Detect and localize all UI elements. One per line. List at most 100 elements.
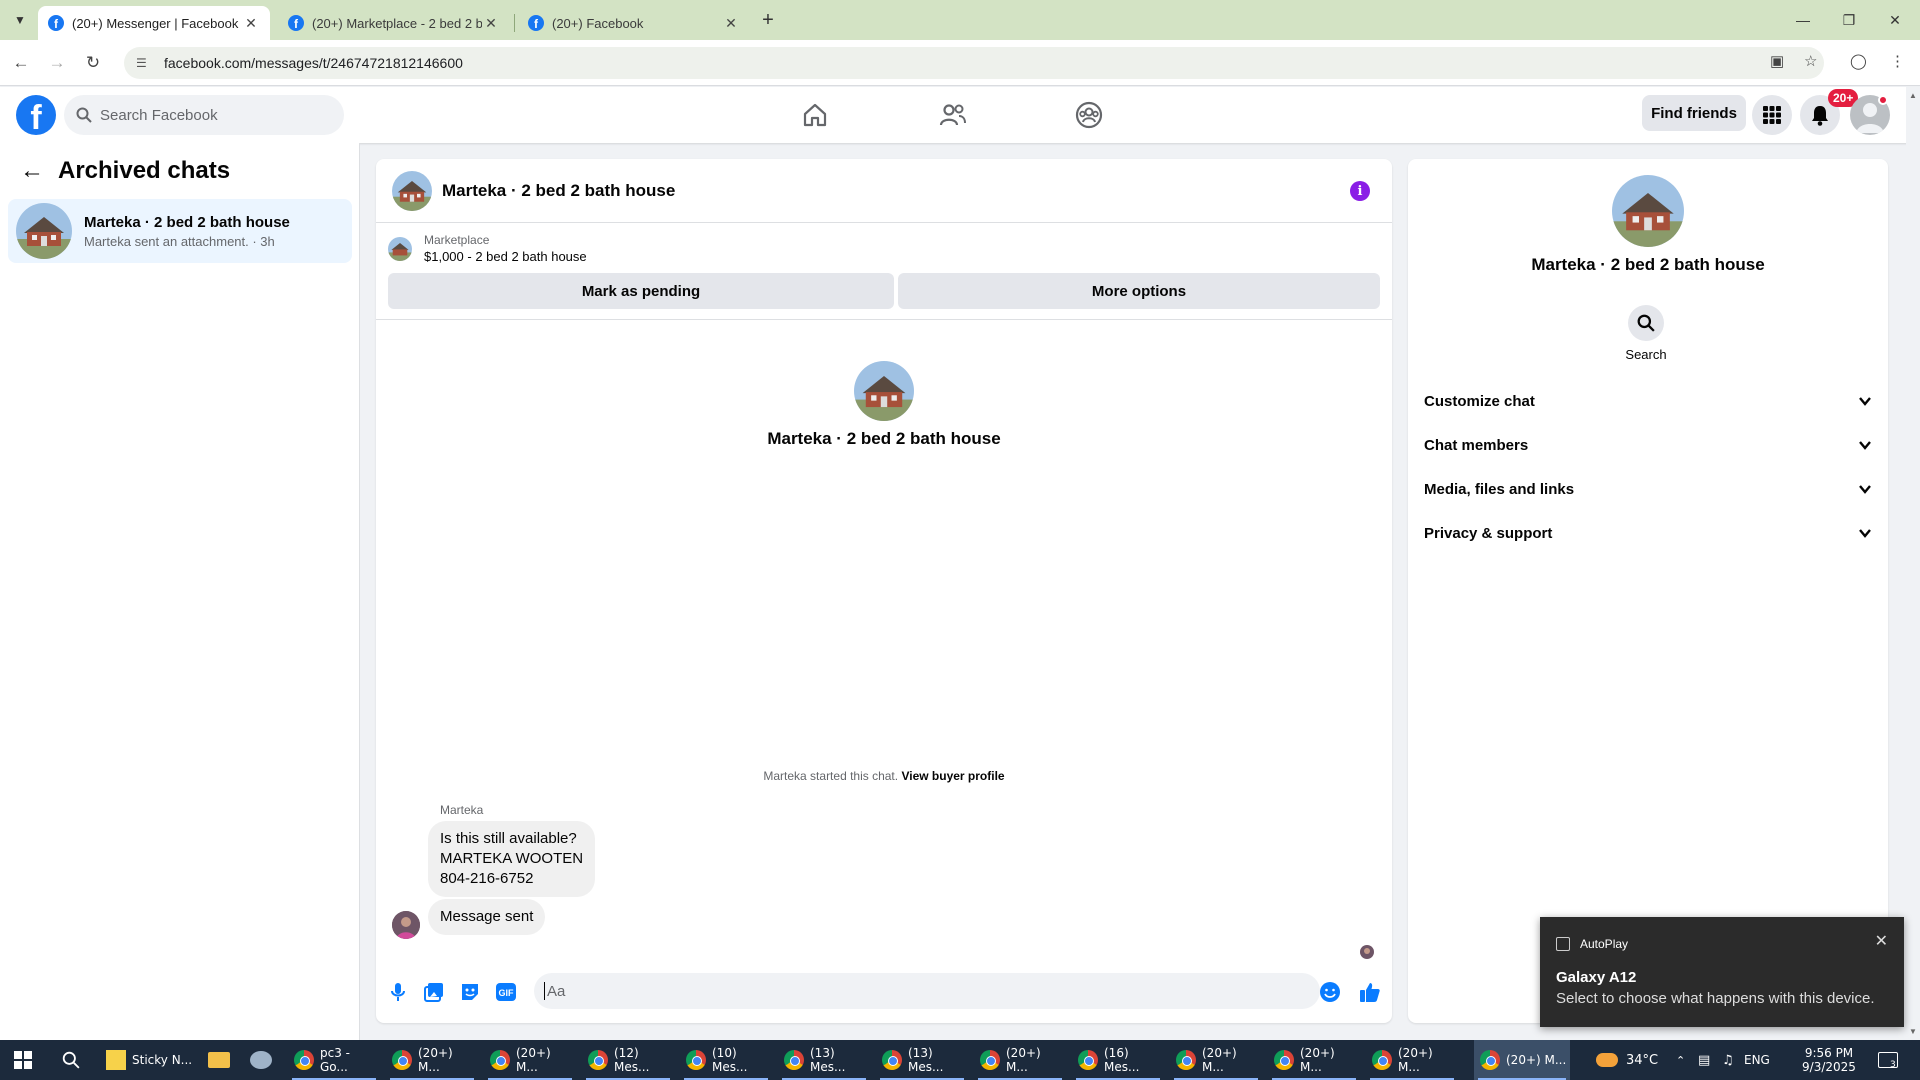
taskbar-chrome-window[interactable]: (20+) M... <box>1268 1040 1360 1080</box>
new-tab-plus-icon[interactable]: + <box>756 6 780 34</box>
volume-icon[interactable]: ♫ <box>1722 1040 1734 1080</box>
page-scrollbar[interactable]: ▲ ▼ <box>1906 87 1920 1040</box>
microphone-icon[interactable] <box>386 980 410 1004</box>
back-arrow-icon[interactable]: ← <box>20 157 44 185</box>
windows-taskbar: Sticky N... pc3 - Go... (20+) M... (20+)… <box>0 1040 1920 1080</box>
more-options-button[interactable]: More options <box>898 273 1380 309</box>
thumbs-up-icon[interactable] <box>1358 980 1382 1004</box>
gif-icon[interactable]: GIF <box>494 980 518 1004</box>
clock[interactable]: 9:56 PM 9/3/2025 <box>1790 1040 1868 1080</box>
groups-icon[interactable] <box>1073 99 1105 131</box>
network-icon[interactable]: ▤ <box>1698 1040 1710 1080</box>
taskbar-chrome-window[interactable]: (20+) M... <box>386 1040 478 1080</box>
facebook-logo-icon[interactable]: f <box>16 95 56 135</box>
tab-close-icon[interactable]: ✕ <box>722 15 740 32</box>
privacy-support-section[interactable]: Privacy & support <box>1424 511 1872 555</box>
install-app-icon[interactable]: ▣ <box>1770 52 1784 70</box>
back-arrow-icon[interactable]: ← <box>8 50 34 76</box>
view-buyer-profile-link[interactable]: View buyer profile <box>901 769 1004 783</box>
taskbar-chrome-window[interactable]: (20+) M... <box>974 1040 1066 1080</box>
windows-start-icon[interactable] <box>8 1040 40 1080</box>
notification-center-icon <box>1878 1052 1898 1068</box>
conversation-title[interactable]: Marteka · 2 bed 2 bath house <box>442 181 675 201</box>
tab-close-icon[interactable]: ✕ <box>242 15 260 32</box>
taskbar-chrome-window[interactable]: (16) Mes... <box>1072 1040 1164 1080</box>
browser-tab-marketplace[interactable]: f (20+) Marketplace - 2 bed 2 ba ✕ <box>278 6 510 40</box>
attach-photo-icon[interactable] <box>422 980 446 1004</box>
reload-icon[interactable]: ↻ <box>80 50 106 76</box>
taskbar-chrome-window[interactable]: (13) Mes... <box>778 1040 870 1080</box>
emoji-icon[interactable] <box>1318 980 1342 1004</box>
message-bubble[interactable]: Is this still available? MARTEKA WOOTEN … <box>428 821 596 897</box>
profile-icon[interactable]: ◯ <box>1850 52 1867 70</box>
search-in-conversation-button[interactable]: Search <box>1625 305 1667 362</box>
facebook-favicon-icon: f <box>48 15 64 31</box>
taskbar-chrome-window[interactable]: (13) Mes... <box>876 1040 968 1080</box>
sender-avatar[interactable] <box>392 911 420 939</box>
taskbar-chrome-window[interactable]: (12) Mes... <box>582 1040 674 1080</box>
sidebar-header: ← Archived chats <box>20 157 230 185</box>
info-avatar[interactable] <box>1612 175 1684 247</box>
facebook-top-nav: f Search Facebook Find friends 20+ <box>0 87 1920 143</box>
minimize-icon[interactable]: — <box>1780 6 1826 34</box>
chat-item-preview: Marteka sent an attachment. · 3h <box>84 233 275 249</box>
weather-icon <box>1596 1053 1618 1067</box>
message-line: Message sent <box>440 908 534 925</box>
browser-tab-messenger[interactable]: f (20+) Messenger | Facebook ✕ <box>38 6 270 40</box>
language-indicator[interactable]: ENG <box>1744 1040 1770 1080</box>
tray-overflow-icon[interactable]: ⌃ <box>1676 1040 1685 1080</box>
chevron-down-icon <box>1859 485 1871 494</box>
forward-arrow-icon[interactable]: → <box>44 50 70 76</box>
find-friends-button[interactable]: Find friends <box>1642 95 1746 131</box>
taskbar-chrome-window-active[interactable]: (20+) M... <box>1474 1040 1570 1080</box>
chrome-icon <box>1480 1050 1500 1070</box>
taskbar-file-explorer[interactable] <box>202 1040 236 1080</box>
taskbar-chrome-window[interactable]: (10) Mes... <box>680 1040 772 1080</box>
address-bar[interactable]: ☰ facebook.com/messages/t/24674721812146… <box>124 47 1824 79</box>
window-close-icon[interactable]: ✕ <box>1872 6 1918 34</box>
autoplay-notification[interactable]: AutoPlay ✕ Galaxy A12 Select to choose w… <box>1540 917 1904 1027</box>
url-text: facebook.com/messages/t/2467472181214660… <box>164 55 463 71</box>
menu-grid-icon[interactable] <box>1752 95 1792 135</box>
search-icon <box>76 107 92 123</box>
bookmark-star-icon[interactable]: ☆ <box>1804 52 1817 70</box>
tab-close-icon[interactable]: ✕ <box>482 15 500 32</box>
tab-list-chevron-icon[interactable]: ▼ <box>8 8 32 32</box>
taskbar-chrome-window[interactable]: pc3 - Go... <box>288 1040 380 1080</box>
browser-tab-facebook[interactable]: f (20+) Facebook ✕ <box>518 6 750 40</box>
marketplace-listing-banner[interactable]: Marketplace $1,000 - 2 bed 2 bath house <box>388 233 587 264</box>
chevron-down-icon <box>1859 529 1871 538</box>
scroll-down-arrow-icon[interactable]: ▼ <box>1909 1027 1917 1036</box>
taskbar-sticky-notes[interactable]: Sticky N... <box>100 1040 196 1080</box>
customize-chat-section[interactable]: Customize chat <box>1424 379 1872 423</box>
toast-close-icon[interactable]: ✕ <box>1875 931 1888 951</box>
message-input[interactable]: Aa <box>534 973 1320 1009</box>
message-bubble[interactable]: Message sent <box>428 899 546 935</box>
taskbar-app[interactable] <box>244 1040 278 1080</box>
action-center-icon[interactable]: 3 <box>1878 1040 1898 1080</box>
media-files-links-section[interactable]: Media, files and links <box>1424 467 1872 511</box>
browser-menu-icon[interactable]: ⋮ <box>1890 52 1905 70</box>
taskbar-chrome-window[interactable]: (20+) M... <box>484 1040 576 1080</box>
search-icon <box>1628 305 1664 341</box>
taskbar-chrome-window[interactable]: (20+) M... <box>1366 1040 1458 1080</box>
taskbar-label: (20+) M... <box>1300 1046 1335 1074</box>
conversation-avatar[interactable] <box>392 170 432 211</box>
search-placeholder: Search Facebook <box>100 106 218 124</box>
sticker-icon[interactable] <box>458 980 482 1004</box>
site-info-icon[interactable]: ☰ <box>136 56 152 70</box>
chat-list-item[interactable]: Marteka · 2 bed 2 bath house Marteka sen… <box>8 199 352 263</box>
taskbar-search-icon[interactable] <box>56 1040 88 1080</box>
toast-body: Select to choose what happens with this … <box>1556 990 1875 1007</box>
facebook-search-input[interactable]: Search Facebook <box>64 95 344 135</box>
taskbar-chrome-window[interactable]: (20+) M... <box>1170 1040 1262 1080</box>
chrome-icon <box>1274 1050 1294 1070</box>
scroll-up-arrow-icon[interactable]: ▲ <box>1909 91 1917 100</box>
restore-icon[interactable]: ❐ <box>1826 6 1872 34</box>
weather-widget[interactable]: 34°C <box>1596 1040 1658 1080</box>
mark-as-pending-button[interactable]: Mark as pending <box>388 273 894 309</box>
home-icon[interactable] <box>799 99 831 131</box>
chat-members-section[interactable]: Chat members <box>1424 423 1872 467</box>
conversation-info-icon[interactable]: i <box>1350 181 1370 201</box>
friends-icon[interactable] <box>937 99 969 131</box>
